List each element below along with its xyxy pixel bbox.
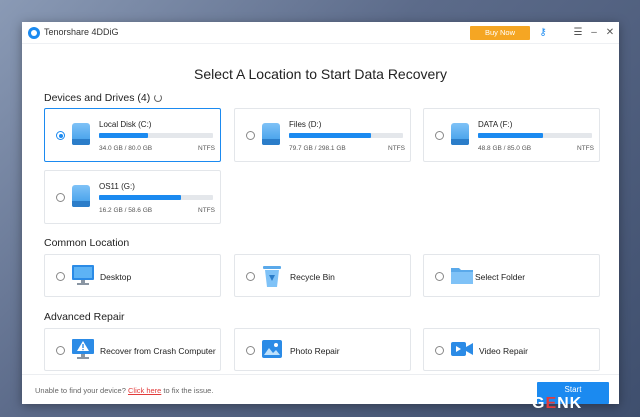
drive-d-radio[interactable] bbox=[246, 131, 255, 140]
folder-icon bbox=[451, 268, 473, 284]
drive-usage-fill bbox=[99, 133, 149, 138]
location-label: Desktop bbox=[100, 272, 132, 282]
drive-usage-bar bbox=[99, 195, 213, 200]
drive-g-radio[interactable] bbox=[56, 193, 65, 202]
drive-size: 16.2 GB / 58.6 GB bbox=[99, 207, 153, 214]
watermark-g: G bbox=[532, 395, 546, 412]
drive-name: Local Disk (C:) bbox=[99, 120, 152, 129]
drive-filesystem: NTFS bbox=[388, 145, 405, 152]
footer-text-after: to fix the issue. bbox=[161, 386, 214, 395]
drive-usage-bar bbox=[478, 133, 592, 138]
location-label: Recycle Bin bbox=[290, 272, 335, 282]
devices-section-title: Devices and Drives (4) bbox=[44, 92, 163, 104]
recycle-bin-radio[interactable] bbox=[246, 272, 255, 281]
drive-name: Files (D:) bbox=[289, 120, 322, 129]
drive-filesystem: NTFS bbox=[198, 145, 215, 152]
video-icon bbox=[451, 342, 473, 356]
drive-usage-fill bbox=[99, 195, 182, 200]
location-label: Recover from Crash Computer bbox=[100, 346, 216, 356]
watermark-e: E bbox=[545, 395, 558, 412]
menu-icon[interactable]: ☰ bbox=[571, 25, 585, 41]
photo-repair-radio[interactable] bbox=[246, 346, 255, 355]
common-location-title: Common Location bbox=[44, 237, 130, 249]
drive-icon bbox=[72, 123, 90, 145]
buy-now-button[interactable]: Buy Now bbox=[470, 26, 530, 40]
footer-text-before: Unable to find your device? bbox=[35, 386, 128, 395]
drive-filesystem: NTFS bbox=[577, 145, 594, 152]
location-card-desktop[interactable]: Desktop bbox=[44, 254, 221, 297]
genk-watermark: GENK bbox=[532, 395, 582, 413]
drive-f-radio[interactable] bbox=[435, 131, 444, 140]
app-title: Tenorshare 4DDiG bbox=[44, 27, 119, 37]
drive-size: 79.7 GB / 298.1 GB bbox=[289, 145, 346, 152]
repair-card-crash-computer[interactable]: Recover from Crash Computer bbox=[44, 328, 221, 371]
crash-computer-radio[interactable] bbox=[56, 346, 65, 355]
app-window: Tenorshare 4DDiG Buy Now ⚷ ☰ – ✕ Select … bbox=[22, 22, 619, 404]
drive-icon bbox=[451, 123, 469, 145]
drive-usage-bar bbox=[99, 133, 213, 138]
drive-card-c[interactable]: Local Disk (C:) 34.0 GB / 80.0 GB NTFS bbox=[44, 108, 221, 162]
devices-title-text: Devices and Drives (4) bbox=[44, 92, 151, 104]
drive-filesystem: NTFS bbox=[198, 207, 215, 214]
drive-c-radio[interactable] bbox=[56, 131, 65, 140]
key-icon[interactable]: ⚷ bbox=[536, 25, 550, 41]
select-folder-radio[interactable] bbox=[435, 272, 444, 281]
monitor-icon bbox=[72, 265, 94, 285]
crash-computer-icon bbox=[72, 339, 94, 359]
drive-icon bbox=[72, 185, 90, 207]
footer-bar: Unable to find your device? Click here t… bbox=[22, 374, 619, 404]
title-bar: Tenorshare 4DDiG Buy Now ⚷ ☰ – ✕ bbox=[22, 22, 619, 44]
refresh-icon[interactable] bbox=[154, 94, 163, 102]
watermark-nk: NK bbox=[557, 395, 583, 412]
location-label: Photo Repair bbox=[290, 346, 340, 356]
drive-card-d[interactable]: Files (D:) 79.7 GB / 298.1 GB NTFS bbox=[234, 108, 411, 162]
drive-size: 34.0 GB / 80.0 GB bbox=[99, 145, 153, 152]
repair-card-video[interactable]: Video Repair bbox=[423, 328, 600, 371]
drive-name: DATA (F:) bbox=[478, 120, 513, 129]
video-repair-radio[interactable] bbox=[435, 346, 444, 355]
drive-usage-fill bbox=[478, 133, 543, 138]
drive-card-g[interactable]: OS11 (G:) 16.2 GB / 58.6 GB NTFS bbox=[44, 170, 221, 224]
page-title: Select A Location to Start Data Recovery bbox=[194, 66, 447, 82]
location-label: Select Folder bbox=[475, 272, 526, 282]
drive-name: OS11 (G:) bbox=[99, 182, 135, 191]
photo-icon bbox=[262, 340, 282, 358]
close-icon[interactable]: ✕ bbox=[603, 25, 617, 41]
desktop-radio[interactable] bbox=[56, 272, 65, 281]
recycle-bin-icon bbox=[263, 266, 281, 287]
drive-card-f[interactable]: DATA (F:) 48.8 GB / 85.0 GB NTFS bbox=[423, 108, 600, 162]
drive-icon bbox=[262, 123, 280, 145]
fix-issue-link[interactable]: Click here bbox=[128, 386, 161, 395]
minimize-icon[interactable]: – bbox=[587, 25, 601, 41]
location-label: Video Repair bbox=[479, 346, 528, 356]
advanced-repair-title: Advanced Repair bbox=[44, 311, 125, 323]
location-card-recycle-bin[interactable]: Recycle Bin bbox=[234, 254, 411, 297]
drive-usage-bar bbox=[289, 133, 403, 138]
location-card-select-folder[interactable]: Select Folder bbox=[423, 254, 600, 297]
footer-help-text: Unable to find your device? Click here t… bbox=[35, 386, 213, 395]
drive-size: 48.8 GB / 85.0 GB bbox=[478, 145, 532, 152]
repair-card-photo[interactable]: Photo Repair bbox=[234, 328, 411, 371]
drive-usage-fill bbox=[289, 133, 372, 138]
app-logo-icon bbox=[28, 27, 40, 39]
